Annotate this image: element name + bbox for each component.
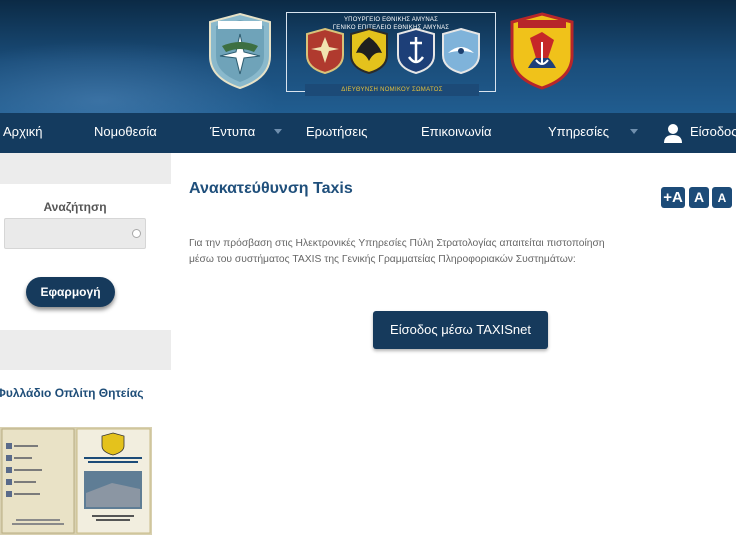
air-force-emblem-icon xyxy=(209,12,271,90)
intro-text-line-2: μέσω του συστήματος TAXIS της Γενικής Γρ… xyxy=(189,254,576,265)
search-input[interactable] xyxy=(4,218,146,249)
booklet-cover-image[interactable] xyxy=(0,427,152,535)
main-content xyxy=(171,153,736,552)
font-reset-button[interactable]: A xyxy=(689,187,709,208)
ministry-line-1: ΥΠΟΥΡΓΕΙΟ ΕΘΝΙΚΗΣ ΑΜΥΝΑΣ xyxy=(343,17,438,23)
site-header: ΥΠΟΥΡΓΕΙΟ ΕΘΝΙΚΗΣ ΑΜΥΝΑΣ ΓΕΝΙΚΟ ΕΠΙΤΕΛΕΙ… xyxy=(0,0,736,113)
apply-button[interactable]: Εφαρμογή xyxy=(26,277,115,307)
font-increase-label: +A xyxy=(663,189,683,206)
font-decrease-button[interactable]: A xyxy=(712,187,732,208)
taxisnet-login-button[interactable]: Είσοδος μέσω TAXISnet xyxy=(373,311,548,349)
user-icon[interactable] xyxy=(663,123,683,143)
search-panel: Αναζήτηση Εφαρμογή xyxy=(0,184,171,330)
navy-crest-icon xyxy=(397,27,435,75)
nav-item-services[interactable]: Υπηρεσίες xyxy=(548,113,609,153)
air-force-crest-icon xyxy=(442,27,480,75)
ministry-footer-label: ΔΙΕΥΘΥΝΣΗ ΝΟΜΙΚΟΥ ΣΩΜΑΤΟΣ xyxy=(305,84,479,96)
search-clear-icon[interactable] xyxy=(132,229,141,238)
nav-item-forms[interactable]: Έντυπα xyxy=(210,113,255,153)
booklet-title[interactable]: Φυλλάδιο Οπλίτη Θητείας xyxy=(0,386,143,400)
chevron-down-icon[interactable] xyxy=(274,129,282,134)
chevron-down-icon[interactable] xyxy=(630,129,638,134)
search-title: Αναζήτηση xyxy=(43,200,107,214)
font-increase-button[interactable]: +A xyxy=(661,187,685,208)
nav-item-login[interactable]: Είσοδος xyxy=(690,113,736,153)
nav-item-contact[interactable]: Επικοινωνία xyxy=(421,113,492,153)
nav-item-legislation[interactable]: Νομοθεσία xyxy=(94,113,157,153)
intro-text: Για την πρόσβαση στις Ηλεκτρονικές Υπηρε… xyxy=(189,236,736,268)
nav-item-questions[interactable]: Ερωτήσεις xyxy=(306,113,367,153)
booklet-panel: Φυλλάδιο Οπλίτη Θητείας xyxy=(0,370,171,552)
nav-item-home[interactable]: Αρχική xyxy=(3,113,43,153)
page-title: Ανακατεύθυνση Taxis xyxy=(189,180,353,197)
ministry-crest-icon xyxy=(306,27,344,75)
intro-text-line-1: Για την πρόσβαση στις Ηλεκτρονικές Υπηρε… xyxy=(189,238,605,249)
army-crest-icon xyxy=(350,27,388,75)
main-nav: Αρχική Νομοθεσία Έντυπα Ερωτήσεις Επικοι… xyxy=(0,113,736,153)
ministry-banner: ΥΠΟΥΡΓΕΙΟ ΕΘΝΙΚΗΣ ΑΜΥΝΑΣ ΓΕΝΙΚΟ ΕΠΙΤΕΛΕΙ… xyxy=(286,12,496,96)
unit-emblem-icon xyxy=(510,12,574,90)
